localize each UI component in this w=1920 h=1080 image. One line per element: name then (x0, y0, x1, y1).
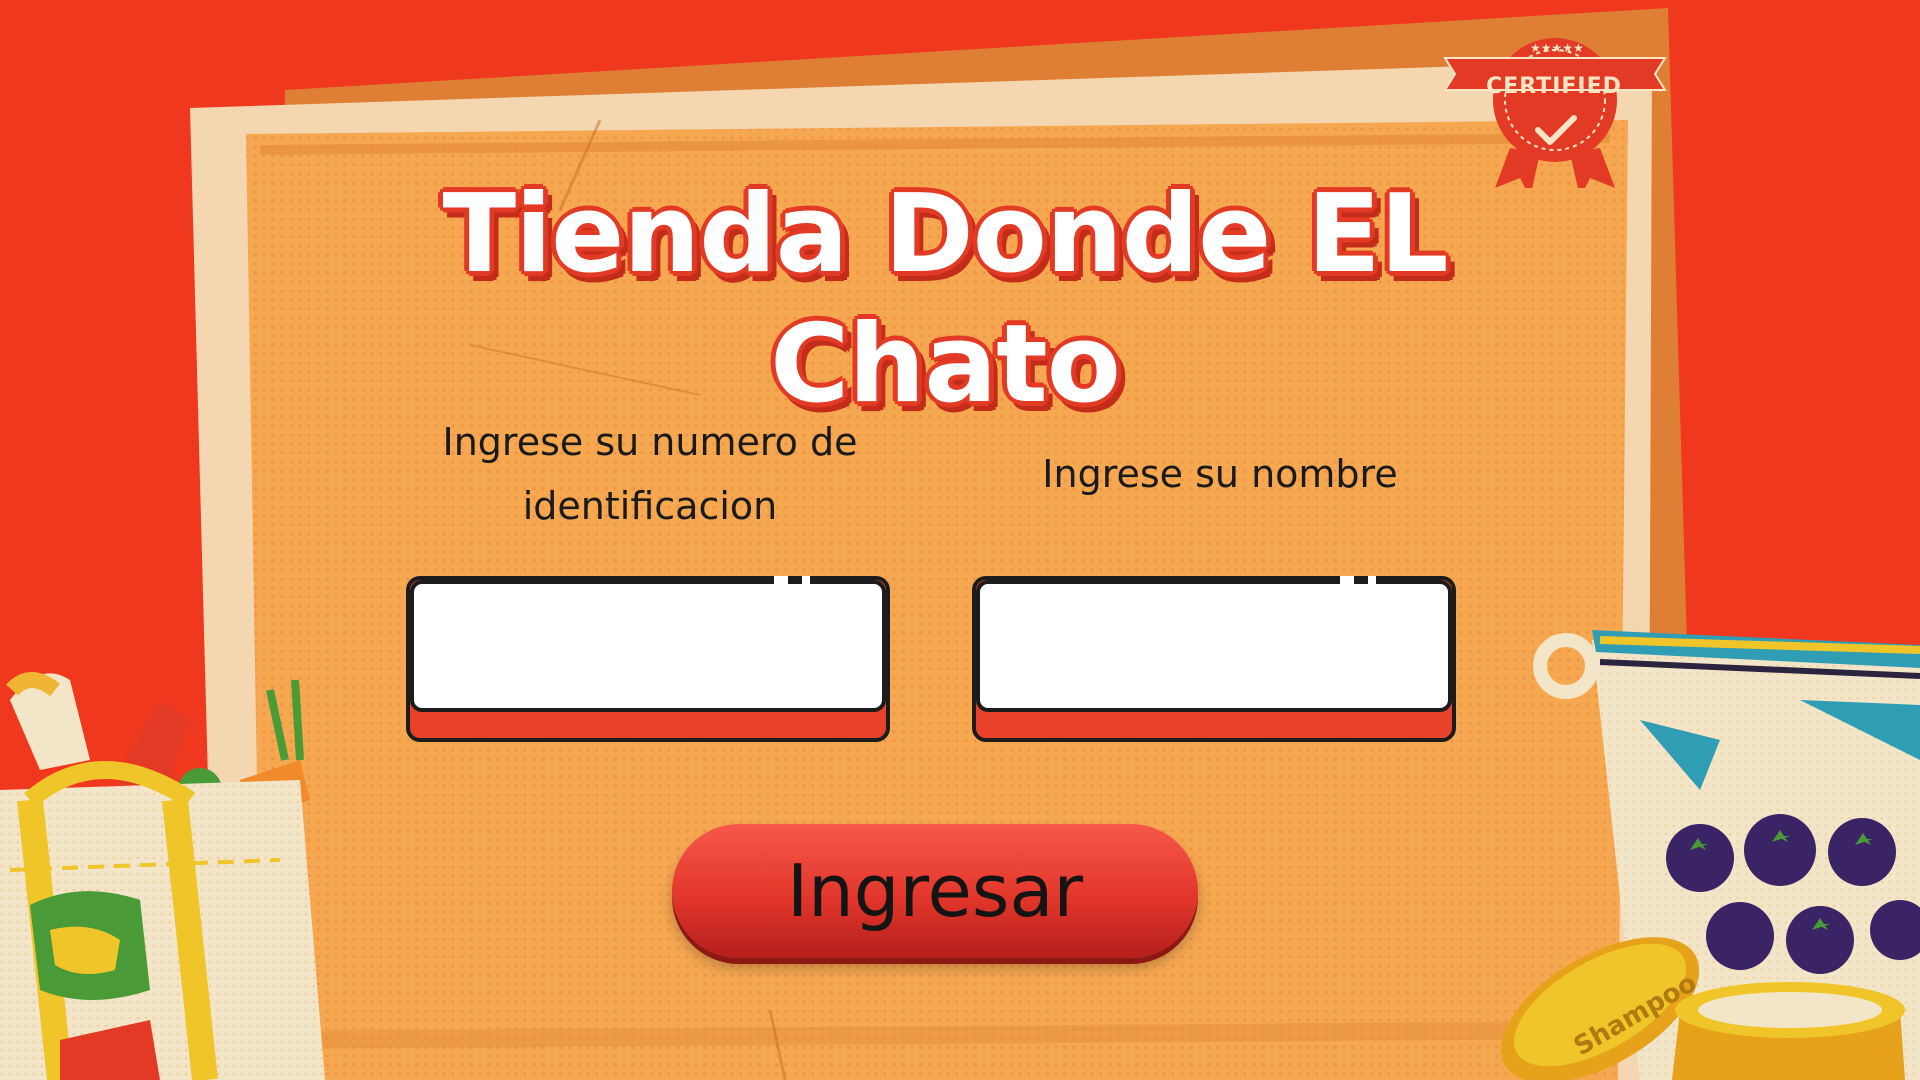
name-label: Ingrese su nombre (1042, 452, 1398, 496)
page-title: Tienda Donde EL Chato (442, 172, 1448, 427)
field-accent (774, 576, 788, 584)
field-accent (1340, 576, 1354, 584)
svg-text:★★★★★: ★★★★★ (1530, 41, 1584, 55)
id-number-input[interactable] (410, 580, 886, 712)
submit-button-label: Ingresar (786, 849, 1084, 933)
certified-badge-label: CERTIFIED (1486, 74, 1622, 99)
name-field-container (972, 576, 1464, 746)
id-number-label: Ingrese su numero de identificacion (442, 420, 858, 528)
submit-button[interactable]: Ingresar (672, 824, 1198, 958)
name-input[interactable] (976, 580, 1452, 712)
field-accent (1368, 576, 1376, 584)
grocery-bag-illustration (0, 672, 325, 1080)
field-accent (802, 576, 810, 584)
id-number-field-container (406, 576, 898, 746)
certified-badge: ★★★★★ (1443, 38, 1667, 188)
